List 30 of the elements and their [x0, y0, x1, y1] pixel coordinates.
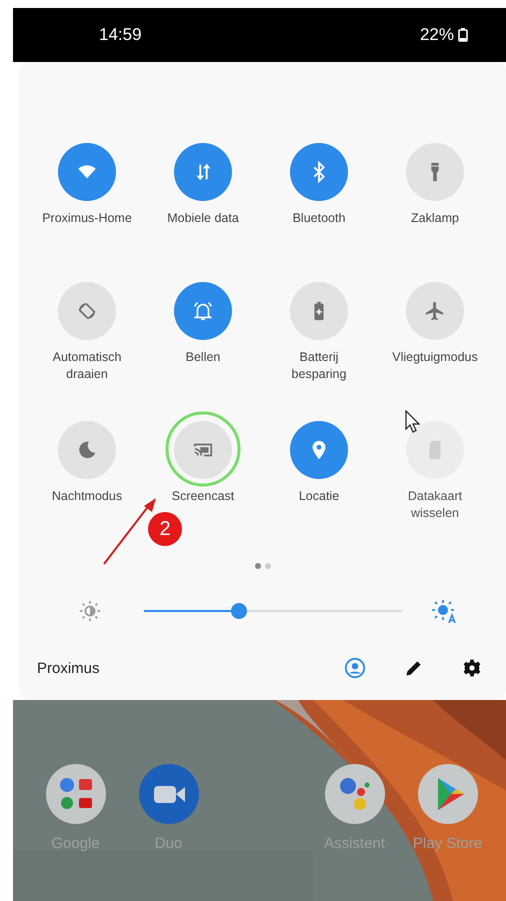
quick-tile-toggle[interactable] — [174, 421, 232, 479]
tile-label: Datakaart wisselen — [406, 488, 464, 522]
app-folder-icon[interactable] — [46, 764, 106, 824]
tile-label: Mobiele data — [166, 210, 240, 227]
bell-icon — [192, 300, 214, 322]
clock: 14:59 — [99, 25, 142, 45]
brightness-icon — [79, 600, 101, 622]
brightness-slider[interactable] — [144, 603, 402, 619]
tile-label: Screencast — [170, 488, 236, 505]
tile-label: Locatie — [298, 488, 340, 505]
app-label: Play Store — [412, 835, 482, 852]
tile-label: Proximus-Home — [41, 210, 133, 227]
auto-brightness-icon[interactable] — [432, 599, 456, 623]
tile-label: Automatisch draaien — [52, 349, 122, 383]
rotate-icon — [76, 300, 98, 322]
user-icon[interactable] — [344, 657, 366, 679]
tile-label: Zaklamp — [410, 210, 460, 227]
tile-label: Nachtmodus — [50, 488, 124, 505]
tile-label: Bellen — [184, 349, 222, 366]
airplane-icon — [424, 300, 446, 322]
mouse-cursor-icon — [405, 410, 421, 434]
settings-icon[interactable] — [462, 658, 482, 678]
battery-icon — [458, 28, 468, 42]
carrier-name: Proximus — [37, 660, 101, 676]
assistant-dots-icon[interactable] — [324, 764, 384, 824]
tile-label: Vliegtuigmodus — [391, 349, 479, 366]
video-camera-icon[interactable] — [138, 764, 198, 824]
tile-label: Batterij besparing — [290, 349, 348, 383]
battery-percent: 22% — [420, 25, 454, 45]
tile-label: Bluetooth — [292, 210, 346, 227]
